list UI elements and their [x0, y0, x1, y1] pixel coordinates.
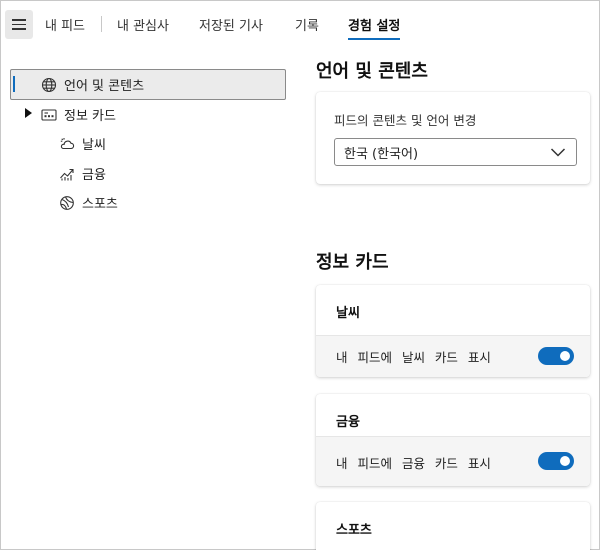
section-title-info-cards: 정보 카드 — [316, 252, 389, 273]
language-select[interactable]: 한국 (한국어) — [334, 138, 577, 166]
finance-card-title: 금융 — [336, 415, 360, 430]
sports-card: 스포츠 — [316, 502, 590, 550]
sports-card-title: 스포츠 — [336, 523, 372, 538]
globe-icon — [40, 76, 58, 94]
finance-toggle[interactable] — [538, 452, 574, 470]
sports-icon — [58, 194, 76, 212]
weather-toggle-label: 내 피드에 날씨 카드 표시 — [336, 350, 491, 365]
language-select-value: 한국 (한국어) — [344, 146, 419, 162]
sidebar-item-sports[interactable]: 스포츠 — [58, 193, 118, 212]
card-icon — [40, 106, 58, 124]
toggle-knob — [560, 351, 570, 361]
sidebar-item-label: 정보 카드 — [64, 109, 116, 124]
tab-experience-settings[interactable]: 경험 설정 — [348, 15, 401, 40]
sidebar-row-language[interactable]: 언어 및 콘텐츠 — [40, 75, 144, 94]
sidebar-item-info-cards[interactable]: 정보 카드 — [40, 105, 116, 124]
expand-caret-icon[interactable] — [25, 108, 32, 118]
sidebar-item-label: 언어 및 콘텐츠 — [64, 79, 145, 94]
language-card: 피드의 콘텐츠 및 언어 변경 한국 (한국어) — [316, 92, 590, 184]
settings-sidebar: 언어 및 콘텐츠 정보 카드 날씨 금융 스포츠 — [0, 60, 300, 550]
sidebar-item-label: 스포츠 — [82, 197, 118, 212]
nav-divider — [101, 16, 102, 32]
tab-history[interactable]: 기록 — [295, 15, 319, 34]
weather-icon — [58, 135, 76, 153]
sidebar-item-label: 날씨 — [82, 138, 106, 153]
sidebar-item-finance[interactable]: 금융 — [58, 164, 106, 183]
top-navigation: 내 피드 내 관심사 저장된 기사 기록 경험 설정 — [0, 0, 600, 50]
tab-saved-articles[interactable]: 저장된 기사 — [199, 15, 263, 34]
weather-card-body: 내 피드에 날씨 카드 표시 — [316, 336, 590, 377]
finance-card: 금융 내 피드에 금융 카드 표시 — [316, 394, 590, 486]
section-title-language: 언어 및 콘텐츠 — [316, 61, 428, 82]
sidebar-item-label: 금융 — [82, 168, 106, 183]
tab-my-feed[interactable]: 내 피드 — [45, 15, 85, 34]
finance-card-body: 내 피드에 금융 카드 표시 — [316, 437, 590, 486]
finance-icon — [58, 165, 76, 183]
settings-main: 언어 및 콘텐츠 피드의 콘텐츠 및 언어 변경 한국 (한국어) 정보 카드 … — [300, 50, 600, 550]
weather-card-title: 날씨 — [336, 306, 360, 321]
finance-toggle-label: 내 피드에 금융 카드 표시 — [336, 456, 491, 471]
weather-card: 날씨 내 피드에 날씨 카드 표시 — [316, 285, 590, 377]
sidebar-item-weather[interactable]: 날씨 — [58, 134, 106, 153]
menu-icon[interactable] — [5, 10, 33, 39]
chevron-down-icon — [550, 146, 566, 162]
toggle-knob — [560, 456, 570, 466]
language-field-label: 피드의 콘텐츠 및 언어 변경 — [334, 113, 477, 128]
weather-toggle[interactable] — [538, 347, 574, 365]
tab-my-interests[interactable]: 내 관심사 — [117, 15, 169, 34]
selection-indicator — [13, 76, 15, 92]
